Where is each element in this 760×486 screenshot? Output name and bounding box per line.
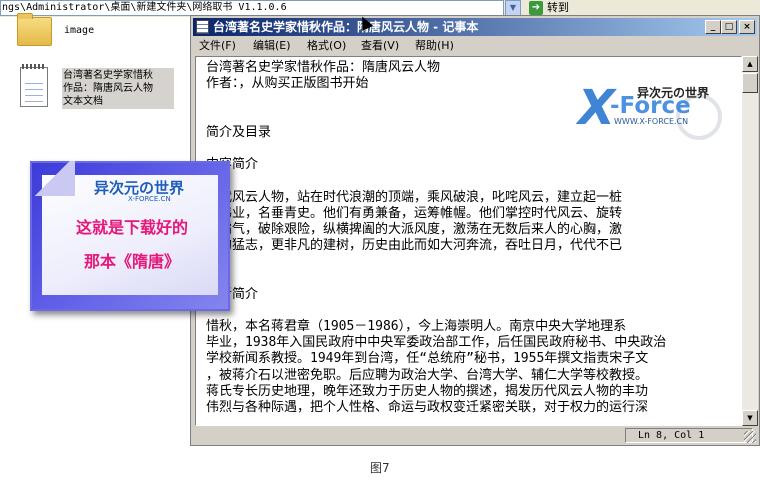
address-input[interactable]: ngs\Administrator\桌面\新建文件夹\网络取书 V1.1.0.6 <box>0 0 504 16</box>
text-document-label[interactable]: 台湾著名史学家惜秋 作品：隋唐风云人物 文本文档 <box>62 68 174 109</box>
notepad-line: 大的猛志，更非凡的建树，历史由此而如大河奔流，吞吐日月，代代不已 <box>206 238 623 254</box>
notepad-line: 简介及目录 <box>206 124 272 140</box>
menu-view[interactable]: 查看(V) <box>361 37 399 55</box>
doc-label-line: 作品：隋唐风云人物 <box>63 83 153 94</box>
scroll-down-icon[interactable]: ▼ <box>742 410 758 426</box>
resize-grip-icon[interactable] <box>744 431 756 443</box>
notepad-title: 台湾著名史学家惜秋作品：隋唐风云人物 - 记事本 <box>213 20 479 34</box>
menu-edit[interactable]: 编辑(E) <box>253 37 291 55</box>
close-button[interactable]: × <box>739 20 755 34</box>
figure-caption: 图7 <box>370 461 390 475</box>
callout-brand-url: X-FORCE.CN <box>128 195 171 203</box>
notepad-menubar: 文件(F) 编辑(E) 格式(O) 查看(V) 帮助(H) <box>193 37 757 55</box>
menu-format[interactable]: 格式(O) <box>307 37 346 55</box>
maximize-button[interactable]: □ <box>721 20 737 34</box>
minimize-button[interactable]: _ <box>705 20 721 34</box>
scroll-thumb[interactable] <box>742 73 758 93</box>
doc-label-line: 台湾著名史学家惜秋 <box>63 70 153 81</box>
scroll-up-icon[interactable]: ▲ <box>742 56 758 72</box>
goto-label: 转到 <box>547 1 569 14</box>
notepad-line: 伟烈与各种际遇，把个人性格、命运与政权变迁紧密关联，对于权力的运行深 <box>206 399 649 415</box>
watermark-url: WWW.X-FORCE.CN <box>614 117 689 126</box>
menu-help[interactable]: 帮助(H) <box>415 37 454 55</box>
callout-fold <box>30 161 75 196</box>
notepad-line: 蒋氏专长历史地理，晚年还致力于历史人物的撰述，揭发历代风云人物的丰功 <box>206 383 649 399</box>
notepad-window: 台湾著名史学家惜秋作品：隋唐风云人物 - 记事本 _ □ × 文件(F) 编辑(… <box>190 15 760 446</box>
goto-arrow-icon: ➔ <box>529 1 543 15</box>
watermark-force: -Force <box>610 93 691 119</box>
notepad-line: ，被蒋介石以泄密免职。后应聘为政治大学、台湾大学、辅仁大学等校教授。 <box>206 367 649 383</box>
notepad-icon <box>196 20 209 34</box>
notepad-line: 雄伟业，名垂青史。他们有勇兼备，运筹帷幄。他们掌控时代风云、旋转 <box>206 205 623 221</box>
notepad-line: 作者简介 <box>206 286 259 302</box>
menu-file[interactable]: 文件(F) <box>199 37 236 55</box>
notepad-titlebar[interactable]: 台湾著名史学家惜秋作品：隋唐风云人物 - 记事本 _ □ × <box>193 18 757 36</box>
notepad-line: 惜秋，本名蒋君章（1905－1986），今上海崇明人。南京中央大学地理系 <box>206 319 627 334</box>
callout-text-line: 这就是下载好的 <box>75 218 188 237</box>
folder-icon[interactable] <box>17 13 52 46</box>
notepad-line <box>206 303 741 319</box>
notepad-line: 学校新闻系教授。1949年到台湾，任“总统府”秘书，1955年撰文指责宋子文 <box>206 351 649 367</box>
address-dropdown-icon[interactable]: ▼ <box>505 0 521 16</box>
notepad-line <box>206 254 741 270</box>
notepad-line: 内容简介 <box>206 157 259 173</box>
text-document-icon[interactable] <box>20 64 48 107</box>
vertical-scrollbar[interactable]: ▲ ▼ <box>742 56 758 426</box>
notepad-line: 毕业，1938年入国民政府中中央军委政治部工作，后任国民政府秘书、中央政治 <box>206 335 667 351</box>
callout-text-line: 那本《隋唐》 <box>83 252 180 271</box>
status-bar: Ln 8, Col 1 <box>193 427 757 444</box>
cursor-position: Ln 8, Col 1 <box>625 428 753 443</box>
doc-label-line: 文本文档 <box>63 96 103 107</box>
folder-label[interactable]: image <box>64 25 94 36</box>
notepad-line: 台湾著名史学家惜秋作品：隋唐风云人物 <box>206 60 441 75</box>
notepad-line <box>206 173 741 189</box>
notepad-line: 的霸气，破除艰险，纵横捭阖的大派风度，激荡在无数后来人的心胸，激 <box>206 221 623 237</box>
notepad-line <box>206 270 741 286</box>
notepad-line <box>206 141 741 157</box>
goto-button[interactable]: ➔ 转到 <box>529 0 581 16</box>
notepad-line: 历代风云人物，站在时代浪潮的顶端，乘风破浪，叱咤风云，建立起一桩 <box>206 189 623 205</box>
